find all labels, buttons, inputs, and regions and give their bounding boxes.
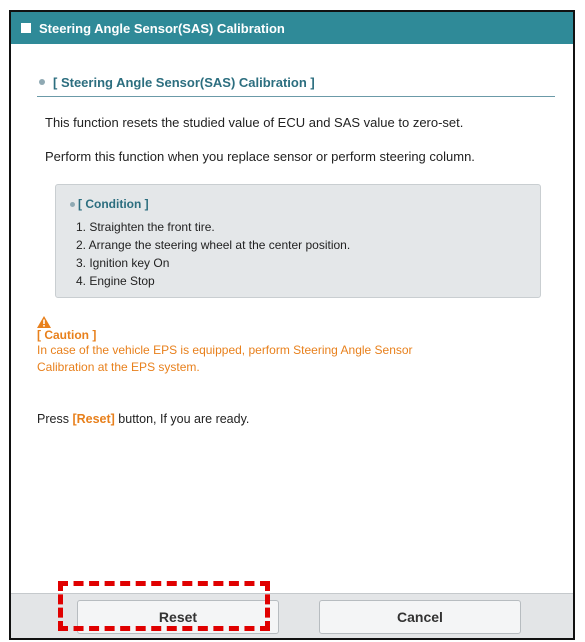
instruction-reset-keyword: [Reset]: [72, 412, 115, 426]
condition-title: [ Condition ]: [70, 197, 526, 211]
section-title: [ Steering Angle Sensor(SAS) Calibration…: [53, 74, 315, 90]
button-bar: Reset Cancel: [11, 593, 573, 638]
condition-box: [ Condition ] 1. Straighten the front ti…: [55, 184, 541, 298]
condition-item: 1. Straighten the front tire.: [76, 220, 215, 234]
condition-item: 4. Engine Stop: [76, 274, 155, 288]
description-line-2: Perform this function when you replace s…: [45, 149, 475, 164]
caution-text: In case of the vehicle EPS is equipped, …: [37, 343, 413, 374]
description-line-1: This function resets the studied value o…: [45, 115, 464, 130]
content-area: [ Steering Angle Sensor(SAS) Calibration…: [11, 68, 573, 298]
condition-bullet-icon: [70, 201, 75, 207]
section-header: [ Steering Angle Sensor(SAS) Calibration…: [37, 68, 555, 97]
window-title: Steering Angle Sensor(SAS) Calibration: [39, 20, 285, 36]
bullet-icon: [39, 79, 45, 85]
warning-icon: [37, 316, 51, 328]
instruction-text: Press [Reset] button, If you are ready.: [37, 412, 573, 426]
dialog-window: Steering Angle Sensor(SAS) Calibration […: [9, 10, 575, 640]
condition-item: 2. Arrange the steering wheel at the cen…: [76, 238, 351, 252]
condition-title-text: [ Condition ]: [78, 197, 149, 211]
cancel-button[interactable]: Cancel: [319, 600, 521, 634]
caution-title: [ Caution ]: [37, 328, 97, 342]
condition-item: 3. Ignition key On: [76, 256, 170, 270]
caution-block: [ Caution ] In case of the vehicle EPS i…: [37, 316, 573, 376]
reset-button[interactable]: Reset: [77, 600, 279, 634]
instruction-prefix: Press: [37, 412, 73, 426]
title-bar: Steering Angle Sensor(SAS) Calibration: [11, 12, 573, 44]
instruction-suffix: button, If you are ready.: [114, 412, 250, 426]
title-square-icon: [21, 23, 31, 33]
